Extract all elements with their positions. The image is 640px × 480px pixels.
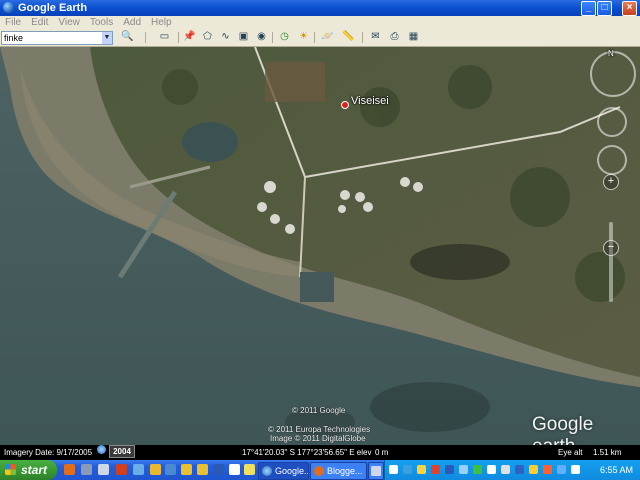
historical-imagery-icon[interactable]: ◷ bbox=[277, 30, 292, 44]
windows-logo-icon bbox=[5, 464, 16, 475]
search-input[interactable] bbox=[2, 32, 96, 44]
task-label: Google... bbox=[275, 466, 309, 476]
minimize-button[interactable]: _ bbox=[581, 1, 596, 16]
search-dropdown-icon[interactable]: ▼ bbox=[102, 32, 112, 44]
start-label: start bbox=[21, 463, 48, 477]
tray-icon[interactable] bbox=[501, 465, 510, 474]
historical-year-badge[interactable]: 2004 bbox=[109, 445, 135, 458]
tray-icon[interactable] bbox=[529, 465, 538, 474]
app-quicklaunch-icon[interactable] bbox=[133, 464, 144, 475]
menu-help[interactable]: Help bbox=[146, 16, 177, 29]
credit-europa: © 2011 Europa Technologies bbox=[268, 425, 371, 434]
browser-task-icon bbox=[314, 466, 324, 476]
app-quicklaunch-icon[interactable] bbox=[98, 464, 109, 475]
app-quicklaunch-icon[interactable] bbox=[244, 464, 255, 475]
start-button[interactable]: start bbox=[0, 460, 57, 480]
volume-icon[interactable] bbox=[571, 465, 580, 474]
search-icon[interactable]: 🔍 bbox=[120, 30, 135, 44]
eye-alt-value: 1.51 km bbox=[593, 448, 622, 457]
tray-icon[interactable] bbox=[417, 465, 426, 474]
menu-view[interactable]: View bbox=[53, 16, 85, 29]
zoom-slider[interactable] bbox=[609, 222, 613, 302]
task-other[interactable] bbox=[368, 462, 384, 480]
app-quicklaunch-icon[interactable] bbox=[116, 464, 127, 475]
imagery-date: Imagery Date: 9/17/2005 bbox=[4, 448, 93, 457]
toolbar-divider bbox=[314, 32, 315, 43]
maximize-button[interactable]: □ bbox=[597, 1, 612, 16]
tray-icon[interactable] bbox=[445, 465, 454, 474]
app-quicklaunch-icon[interactable] bbox=[165, 464, 176, 475]
sunlight-icon[interactable]: ☀ bbox=[296, 30, 311, 44]
polygon-icon[interactable]: ⬠ bbox=[200, 30, 215, 44]
taskbar: start Google... Blogge... 6:55 AM bbox=[0, 460, 640, 480]
tray-icon[interactable] bbox=[487, 465, 496, 474]
sidebar-toggle-icon[interactable]: ▭ bbox=[157, 30, 172, 44]
folder-icon[interactable] bbox=[197, 464, 208, 475]
task-label: Blogge... bbox=[327, 466, 363, 476]
credit-google: © 2011 Google bbox=[292, 406, 346, 415]
toolbar-divider bbox=[362, 32, 363, 43]
coordinates-readout: 17°41'20.03" S 177°23'56.65" E elev bbox=[242, 448, 372, 457]
title-bar: Google Earth _ □ × bbox=[0, 0, 640, 16]
toolbar-divider bbox=[145, 32, 146, 43]
tray-icon[interactable] bbox=[459, 465, 468, 474]
placemark-icon[interactable]: 📌 bbox=[182, 30, 197, 44]
tray-icon[interactable] bbox=[431, 465, 440, 474]
earth-map-view[interactable]: Viseisei N + − © 2011 Google © 2011 Euro… bbox=[0, 47, 640, 445]
tray-icon[interactable] bbox=[557, 465, 566, 474]
elevation-value: 0 m bbox=[375, 448, 389, 457]
menu-bar: File Edit View Tools Add Help bbox=[0, 16, 640, 29]
place-label[interactable]: Viseisei bbox=[351, 95, 389, 107]
ruler-icon[interactable]: 📏 bbox=[341, 30, 356, 44]
eye-alt-label: Eye alt bbox=[558, 448, 583, 457]
app-quicklaunch-icon[interactable] bbox=[81, 464, 92, 475]
planet-switch-icon[interactable]: 🪐 bbox=[320, 30, 335, 44]
task-blogger[interactable]: Blogge... bbox=[310, 462, 367, 480]
tray-icon[interactable] bbox=[403, 465, 412, 474]
image-overlay-icon[interactable]: ▣ bbox=[236, 30, 251, 44]
tray-icon[interactable] bbox=[473, 465, 482, 474]
toolbar-divider bbox=[272, 32, 273, 43]
google-earth-app-icon bbox=[3, 2, 14, 13]
app-quicklaunch-icon[interactable] bbox=[150, 464, 161, 475]
compass-north-label: N bbox=[608, 49, 614, 58]
google-earth-task-icon bbox=[262, 466, 272, 476]
zoom-out-button[interactable]: − bbox=[603, 240, 619, 256]
tray-icon[interactable] bbox=[389, 465, 398, 474]
folder-icon[interactable] bbox=[181, 464, 192, 475]
record-tour-icon[interactable]: ◉ bbox=[254, 30, 269, 44]
tray-icon[interactable] bbox=[543, 465, 552, 474]
status-bar: Imagery Date: 9/17/2005 2004 17°41'20.03… bbox=[0, 445, 640, 460]
email-icon[interactable]: ✉ bbox=[368, 30, 383, 44]
close-button[interactable]: × bbox=[622, 1, 637, 16]
path-icon[interactable]: ∿ bbox=[218, 30, 233, 44]
firefox-icon[interactable] bbox=[64, 464, 75, 475]
tray-icon[interactable] bbox=[515, 465, 524, 474]
menu-add[interactable]: Add bbox=[118, 16, 146, 29]
app-quicklaunch-icon[interactable] bbox=[229, 464, 240, 475]
clock[interactable]: 6:55 AM bbox=[600, 460, 633, 480]
menu-edit[interactable]: Edit bbox=[26, 16, 53, 29]
zoom-in-button[interactable]: + bbox=[603, 174, 619, 190]
app-quicklaunch-icon[interactable] bbox=[213, 464, 224, 475]
task-google-earth[interactable]: Google... bbox=[258, 462, 309, 480]
system-tray: 6:55 AM bbox=[384, 460, 640, 480]
google-earth-logo: Google earth bbox=[532, 414, 594, 445]
streaming-icon bbox=[97, 445, 106, 454]
menu-file[interactable]: File bbox=[0, 16, 26, 29]
credit-digitalglobe: Image © 2011 DigitalGlobe bbox=[270, 434, 366, 443]
search-box[interactable]: ▼ bbox=[1, 31, 113, 45]
look-joystick[interactable] bbox=[597, 107, 627, 137]
place-marker-icon[interactable] bbox=[341, 101, 349, 109]
window-title: Google Earth bbox=[18, 2, 88, 14]
window-task-icon bbox=[371, 466, 381, 476]
toolbar: ▼ 🔍 ▭ 📌 ⬠ ∿ ▣ ◉ ◷ ☀ 🪐 📏 ✉ ⎙ ▦ bbox=[0, 29, 640, 47]
toolbar-divider bbox=[178, 32, 179, 43]
move-joystick[interactable] bbox=[597, 145, 627, 175]
satellite-imagery bbox=[0, 47, 640, 445]
view-in-maps-icon[interactable]: ▦ bbox=[406, 30, 421, 44]
menu-tools[interactable]: Tools bbox=[85, 16, 118, 29]
print-icon[interactable]: ⎙ bbox=[387, 30, 402, 44]
